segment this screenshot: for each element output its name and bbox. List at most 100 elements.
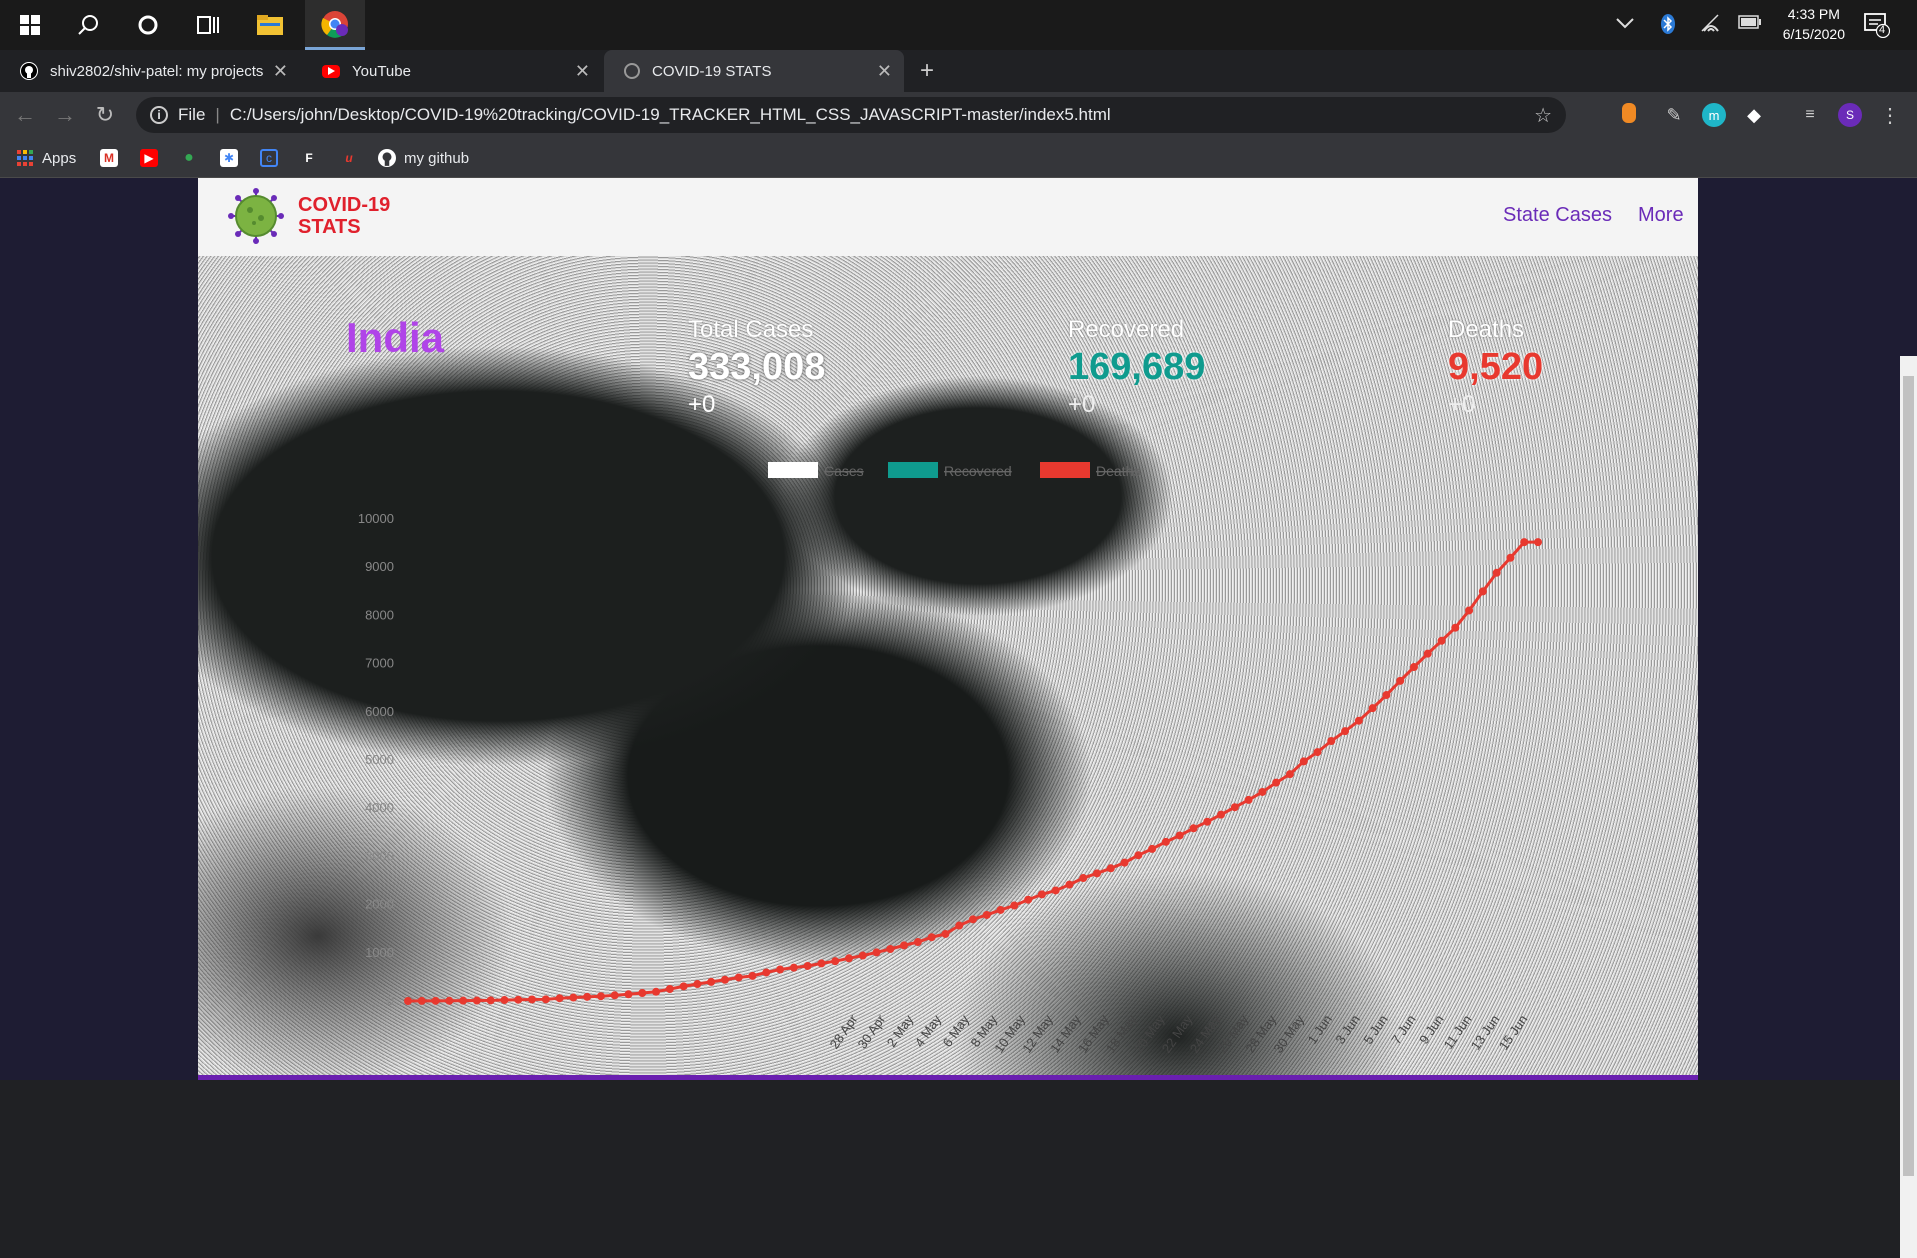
notification-center-icon[interactable]: 4 bbox=[1864, 12, 1891, 43]
forward-icon[interactable]: → bbox=[50, 100, 80, 130]
new-tab-button[interactable]: + bbox=[910, 50, 950, 92]
pen-extension-icon[interactable]: ✎ bbox=[1662, 103, 1686, 127]
data-point bbox=[1010, 901, 1019, 910]
data-point bbox=[1368, 704, 1377, 713]
m-extension-icon[interactable]: m bbox=[1702, 103, 1726, 127]
tab-label: YouTube bbox=[352, 62, 411, 80]
bookmark-maps[interactable]: ● bbox=[180, 148, 206, 168]
wifi-icon[interactable] bbox=[1700, 13, 1722, 38]
y-tick-label: 9000 bbox=[365, 559, 394, 574]
data-point bbox=[610, 991, 619, 1000]
data-point bbox=[1230, 803, 1239, 812]
calendar-icon: c bbox=[260, 149, 278, 167]
menu-icon[interactable]: ⋮ bbox=[1878, 103, 1902, 127]
data-point bbox=[1327, 737, 1336, 746]
data-point bbox=[1534, 538, 1542, 547]
info-icon[interactable]: i bbox=[150, 106, 168, 124]
data-point bbox=[1506, 553, 1515, 562]
data-point bbox=[1354, 716, 1363, 725]
separator: | bbox=[215, 105, 220, 124]
close-icon[interactable]: ✕ bbox=[877, 61, 892, 82]
tab-youtube[interactable]: YouTube ✕ bbox=[302, 50, 602, 92]
cortana-icon[interactable] bbox=[118, 0, 178, 50]
bookmark-gmail[interactable]: M bbox=[100, 148, 126, 168]
data-point bbox=[514, 995, 523, 1004]
browser-toolbar: ← → ↻ i File | C:/Users/john/Desktop/COV… bbox=[0, 92, 1917, 138]
data-point bbox=[679, 982, 688, 991]
data-point bbox=[528, 995, 537, 1004]
x-tick-label: 1 Jun bbox=[1305, 1012, 1336, 1047]
site-logo-text[interactable]: COVID-19 STATS bbox=[298, 194, 390, 238]
y-tick-label: 4000 bbox=[365, 800, 394, 815]
legend-swatch-deaths bbox=[1040, 462, 1090, 478]
nav-state-cases-link[interactable]: State Cases bbox=[1503, 204, 1612, 227]
bookmark-u[interactable]: u bbox=[340, 148, 366, 168]
chevron-up-icon[interactable] bbox=[1616, 13, 1634, 34]
data-point bbox=[1079, 874, 1088, 883]
virus-logo-icon[interactable] bbox=[228, 188, 284, 244]
file-explorer-icon[interactable] bbox=[240, 0, 300, 50]
data-point bbox=[831, 957, 840, 966]
bookmark-my-github[interactable]: my github bbox=[378, 148, 469, 168]
data-point bbox=[486, 996, 495, 1005]
system-clock[interactable]: 4:33 PM 6/15/2020 bbox=[1783, 4, 1845, 44]
x-tick-label: 30 Apr bbox=[855, 1012, 889, 1052]
tab-label: COVID-19 STATS bbox=[652, 62, 772, 80]
x-tick-label: 6 May bbox=[940, 1012, 973, 1050]
youtube-icon: ▶ bbox=[140, 149, 158, 167]
close-icon[interactable]: ✕ bbox=[273, 61, 288, 82]
data-point bbox=[858, 951, 867, 960]
data-point bbox=[1217, 810, 1226, 819]
data-point bbox=[1285, 770, 1294, 779]
data-point bbox=[762, 968, 771, 977]
profile-avatar[interactable]: S bbox=[1838, 103, 1862, 127]
data-point bbox=[776, 965, 785, 974]
tab-github[interactable]: shiv2802/shiv-patel: my projects ✕ bbox=[0, 50, 300, 92]
data-point bbox=[1272, 778, 1281, 787]
back-icon[interactable]: ← bbox=[10, 100, 40, 130]
data-point bbox=[1299, 757, 1308, 766]
data-point bbox=[638, 988, 647, 997]
legend-swatch-cases bbox=[768, 462, 818, 478]
close-icon[interactable]: ✕ bbox=[575, 61, 590, 82]
extension-icon[interactable] bbox=[1622, 103, 1636, 123]
data-point bbox=[1396, 676, 1405, 685]
bookmark-photos[interactable]: ✱ bbox=[220, 148, 246, 168]
page-scrollbar[interactable] bbox=[1900, 356, 1917, 1258]
bookmark-star-icon[interactable]: ☆ bbox=[1534, 103, 1552, 128]
shield-extension-icon[interactable]: ◆ bbox=[1742, 103, 1766, 127]
battery-icon[interactable] bbox=[1738, 13, 1762, 34]
media-control-icon[interactable]: ≡ bbox=[1798, 103, 1822, 127]
nav-more-link[interactable]: More bbox=[1638, 204, 1684, 227]
data-point bbox=[927, 933, 936, 942]
gmail-icon: M bbox=[100, 149, 118, 167]
data-point bbox=[1492, 568, 1501, 577]
bookmark-fusion[interactable]: F bbox=[300, 148, 326, 168]
data-point bbox=[1037, 890, 1046, 899]
search-icon[interactable] bbox=[58, 0, 118, 50]
maps-pin-icon: ● bbox=[184, 149, 194, 166]
chrome-taskbar-icon[interactable] bbox=[305, 0, 365, 50]
bookmark-apps[interactable]: Apps bbox=[16, 148, 76, 168]
x-tick-label: 3 Jun bbox=[1332, 1012, 1363, 1047]
reload-icon[interactable]: ↻ bbox=[90, 100, 120, 130]
task-view-icon[interactable] bbox=[178, 0, 238, 50]
windows-start-icon[interactable] bbox=[0, 0, 60, 50]
bluetooth-icon[interactable] bbox=[1660, 13, 1676, 40]
bookmark-label: Apps bbox=[42, 149, 77, 167]
data-point bbox=[1258, 787, 1267, 796]
tab-covid-stats[interactable]: COVID-19 STATS ✕ bbox=[604, 50, 904, 92]
data-point bbox=[707, 977, 716, 986]
data-point bbox=[996, 905, 1005, 914]
data-point bbox=[1423, 649, 1432, 658]
y-tick-label: 10000 bbox=[358, 511, 394, 526]
github-icon bbox=[378, 149, 396, 167]
address-bar[interactable]: i File | C:/Users/john/Desktop/COVID-19%… bbox=[136, 97, 1566, 133]
bookmark-youtube[interactable]: ▶ bbox=[140, 148, 166, 168]
data-point bbox=[1341, 727, 1350, 736]
site-navbar: COVID-19 STATS State Cases More bbox=[198, 178, 1698, 256]
scrollbar-thumb[interactable] bbox=[1903, 376, 1914, 1176]
data-point bbox=[1437, 636, 1446, 645]
bookmark-calendar[interactable]: c bbox=[260, 148, 286, 168]
windows-taskbar: 4:33 PM 6/15/2020 4 bbox=[0, 0, 1917, 50]
